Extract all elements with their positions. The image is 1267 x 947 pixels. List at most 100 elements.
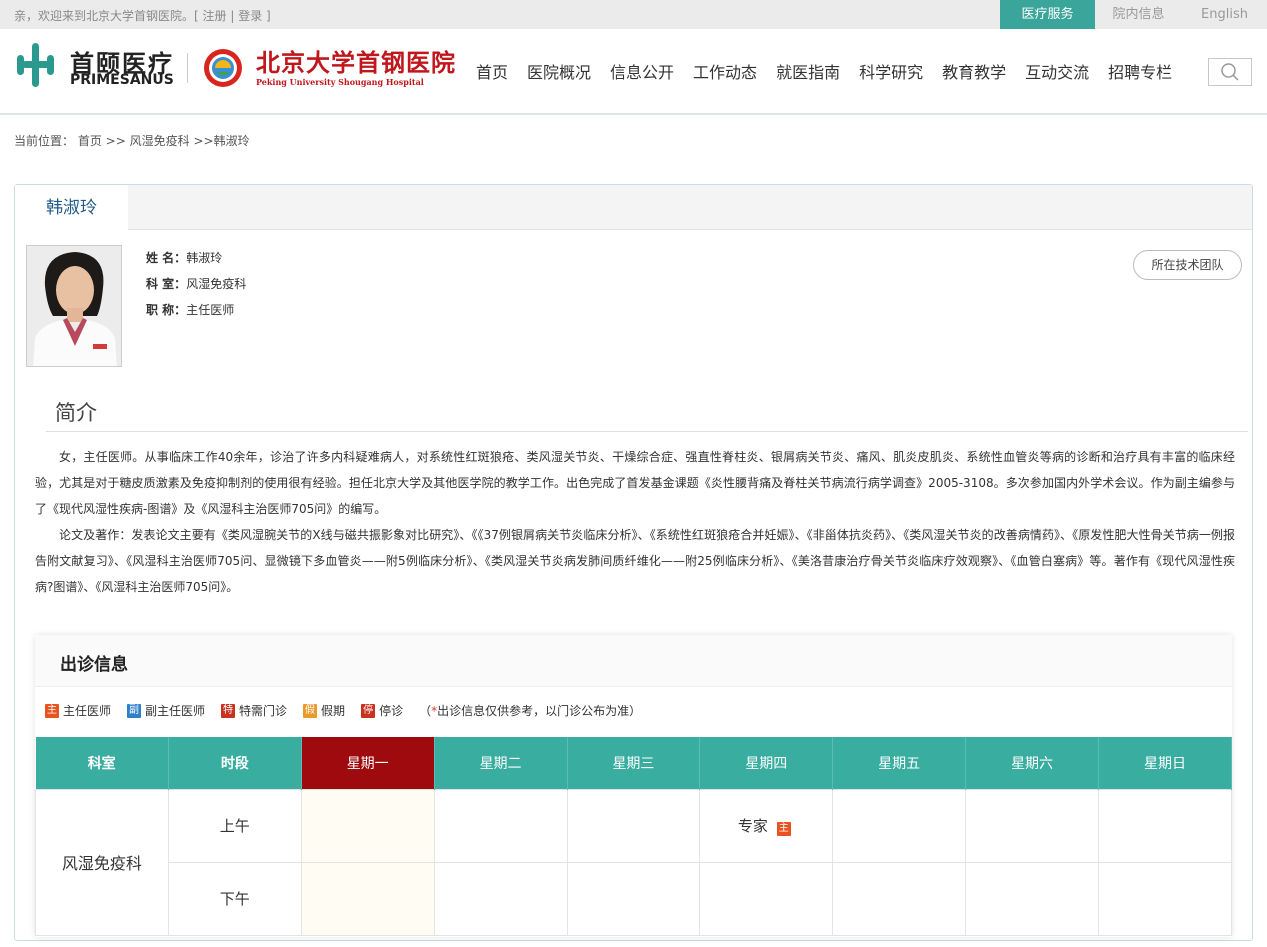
- doctor-title-row: 职 称：主任医师: [146, 297, 246, 323]
- schedule-dept: 风湿免疫科: [35, 788, 169, 936]
- nav-recruitment[interactable]: 招聘专栏: [1108, 59, 1172, 83]
- breadcrumb-label: 当前位置：: [14, 134, 75, 148]
- legend-chief: 主 主任医师: [45, 702, 111, 719]
- doctor-dept-row: 科 室：风湿免疫科: [146, 271, 246, 297]
- cell-thu-am[interactable]: 专家 主: [699, 788, 834, 863]
- schedule-header-row: 科室 时段 星期一 星期二 星期三 星期四 星期五 星期六 星期日: [35, 737, 1232, 789]
- hospital-emblem-icon[interactable]: [203, 48, 243, 88]
- breadcrumb-current[interactable]: 韩淑玲: [214, 134, 250, 148]
- tech-team-button[interactable]: 所在技术团队: [1133, 250, 1242, 280]
- doctor-panel: 韩淑玲 姓 名：韩淑玲 科 室：风湿免疫科 职 称：主任医师 所在技术团队 简介…: [14, 184, 1253, 941]
- legend-suspended: 停 停诊: [361, 702, 403, 719]
- thu-am-expert: 专家: [737, 817, 768, 835]
- nav-home[interactable]: 首页: [476, 59, 508, 83]
- schedule-row-am: 风湿免疫科 上午 专家 主: [35, 788, 1232, 936]
- hospital-logo-en: Peking University Shougang Hospital: [256, 77, 424, 87]
- top-link-medical-service[interactable]: 医疗服务: [1000, 0, 1095, 29]
- doctor-name: 韩淑玲: [186, 251, 223, 265]
- associate-badge-icon: 副: [127, 703, 142, 718]
- chief-badge-icon: 主: [776, 822, 791, 836]
- doctor-portrait-icon: [27, 246, 121, 366]
- logo-divider: [187, 53, 188, 83]
- cell-sat-am: [965, 788, 1099, 863]
- legend-holiday: 假 假期: [303, 702, 345, 719]
- doctor-name-label: 姓 名：: [146, 251, 187, 265]
- nav-education[interactable]: 教育教学: [942, 59, 1006, 83]
- search-button[interactable]: [1208, 58, 1252, 86]
- register-link[interactable]: 注册: [203, 9, 227, 23]
- intro-heading: 简介: [55, 401, 97, 425]
- doctor-info: 姓 名：韩淑玲 科 室：风湿免疫科 职 称：主任医师: [146, 245, 246, 323]
- welcome-text: 亲，欢迎来到北京大学首钢医院。[ 注册 | 登录 ]: [14, 9, 271, 23]
- main-nav: 首页 医院概况 信息公开 工作动态 就医指南 科学研究 教育教学 互动交流 招聘…: [476, 59, 1191, 83]
- login-link[interactable]: 登录: [238, 9, 262, 23]
- schedule-note: （*出诊信息仅供参考，以门诊公布为准）: [419, 702, 641, 719]
- cell-sun-am: [1098, 788, 1232, 863]
- nav-patient-guide[interactable]: 就医指南: [776, 59, 840, 83]
- nav-interaction[interactable]: 互动交流: [1025, 59, 1089, 83]
- breadcrumb-home[interactable]: 首页: [78, 134, 102, 148]
- nav-research[interactable]: 科学研究: [859, 59, 923, 83]
- cell-mon-am: [300, 788, 435, 863]
- breadcrumb: 当前位置： 首页 >> 风湿免疫科 >>韩淑玲: [14, 134, 250, 148]
- schedule-header: 出诊信息: [35, 635, 1232, 687]
- legend-special-label: 特需门诊: [239, 704, 288, 718]
- doctor-dept-label: 科 室：: [146, 277, 187, 291]
- tab-doctor-name[interactable]: 韩淑玲: [15, 185, 128, 231]
- period-pm: 下午: [167, 861, 302, 936]
- cell-tue-am: [433, 788, 568, 863]
- schedule-table: 科室 时段 星期一 星期二 星期三 星期四 星期五 星期六 星期日 风湿免疫科 …: [35, 737, 1232, 936]
- schedule-section: 出诊信息 主 主任医师 副 副主任医师 特 特需门诊 假 假期 停 停诊 （*出…: [35, 635, 1232, 937]
- schedule-row-pm: 下午: [36, 861, 1232, 936]
- hospital-logo-cn: 北京大学首钢医院: [256, 48, 456, 77]
- doctor-title: 主任医师: [186, 303, 235, 317]
- cell-fri-pm: [832, 861, 967, 936]
- top-link-internal-info[interactable]: 院内信息: [1095, 0, 1182, 29]
- intro-paragraph-1: 女，主任医师。从事临床工作40余年，诊治了许多内科疑难病人，对系统性红斑狼疮、类…: [35, 450, 1235, 516]
- cell-wed-am: [566, 788, 701, 863]
- primesanus-logo-icon[interactable]: [14, 41, 58, 89]
- top-bar: 亲，欢迎来到北京大学首钢医院。[ 注册 | 登录 ] 医疗服务 院内信息 Eng…: [0, 0, 1267, 29]
- legend-associate: 副 副主任医师: [127, 702, 205, 719]
- legend-special: 特 特需门诊: [221, 702, 287, 719]
- period-am: 上午: [167, 788, 302, 863]
- legend-chief-label: 主任医师: [63, 704, 112, 718]
- legend-holiday-label: 假期: [321, 704, 346, 718]
- top-links: 医疗服务 院内信息 English: [1000, 0, 1267, 29]
- intro-text: 女，主任医师。从事临床工作40余年，诊治了许多内科疑难病人，对系统性红斑狼疮、类…: [35, 444, 1235, 600]
- nav-info-disclosure[interactable]: 信息公开: [610, 59, 674, 83]
- legend-suspended-label: 停诊: [379, 704, 404, 718]
- col-tuesday: 星期二: [434, 737, 568, 789]
- doctor-title-label: 职 称：: [146, 303, 187, 317]
- col-saturday: 星期六: [965, 737, 1099, 789]
- special-badge-icon: 特: [221, 703, 236, 718]
- col-friday: 星期五: [832, 737, 967, 789]
- nav-work-news[interactable]: 工作动态: [693, 59, 757, 83]
- schedule-legend: 主 主任医师 副 副主任医师 特 特需门诊 假 假期 停 停诊 （*出诊信息仅供…: [45, 702, 641, 719]
- nav-hospital-overview[interactable]: 医院概况: [527, 59, 591, 83]
- note-prefix: （: [419, 704, 432, 718]
- intro-paragraph-2: 论文及著作：发表论文主要有《类风湿腕关节的X线与磁共振影象对比研究》、《《37例…: [35, 528, 1235, 594]
- note-text: 出诊信息仅供参考，以门诊公布为准）: [437, 704, 642, 718]
- cell-tue-pm: [433, 861, 568, 936]
- cell-wed-pm: [566, 861, 701, 936]
- col-monday: 星期一: [301, 737, 435, 789]
- cell-fri-am: [832, 788, 967, 863]
- tab-bar: 韩淑玲: [15, 185, 1252, 231]
- breadcrumb-department[interactable]: 风湿免疫科: [130, 134, 190, 148]
- cell-mon-pm: [300, 861, 435, 936]
- chief-badge-icon: 主: [45, 703, 59, 718]
- cell-sat-pm: [965, 861, 1099, 936]
- cell-sun-pm: [1098, 861, 1232, 936]
- doctor-name-row: 姓 名：韩淑玲: [146, 245, 246, 271]
- col-wednesday: 星期三: [567, 737, 701, 789]
- schedule-title: 出诊信息: [60, 655, 128, 675]
- doctor-photo: [26, 245, 122, 367]
- col-thursday: 星期四: [699, 737, 834, 789]
- doctor-dept: 风湿免疫科: [186, 277, 247, 291]
- col-sunday: 星期日: [1098, 737, 1232, 789]
- col-period: 时段: [168, 737, 302, 789]
- top-link-english[interactable]: English: [1182, 0, 1267, 29]
- holiday-badge-icon: 假: [303, 703, 318, 718]
- primesanus-logo-en: PRIMESANUS: [70, 72, 174, 88]
